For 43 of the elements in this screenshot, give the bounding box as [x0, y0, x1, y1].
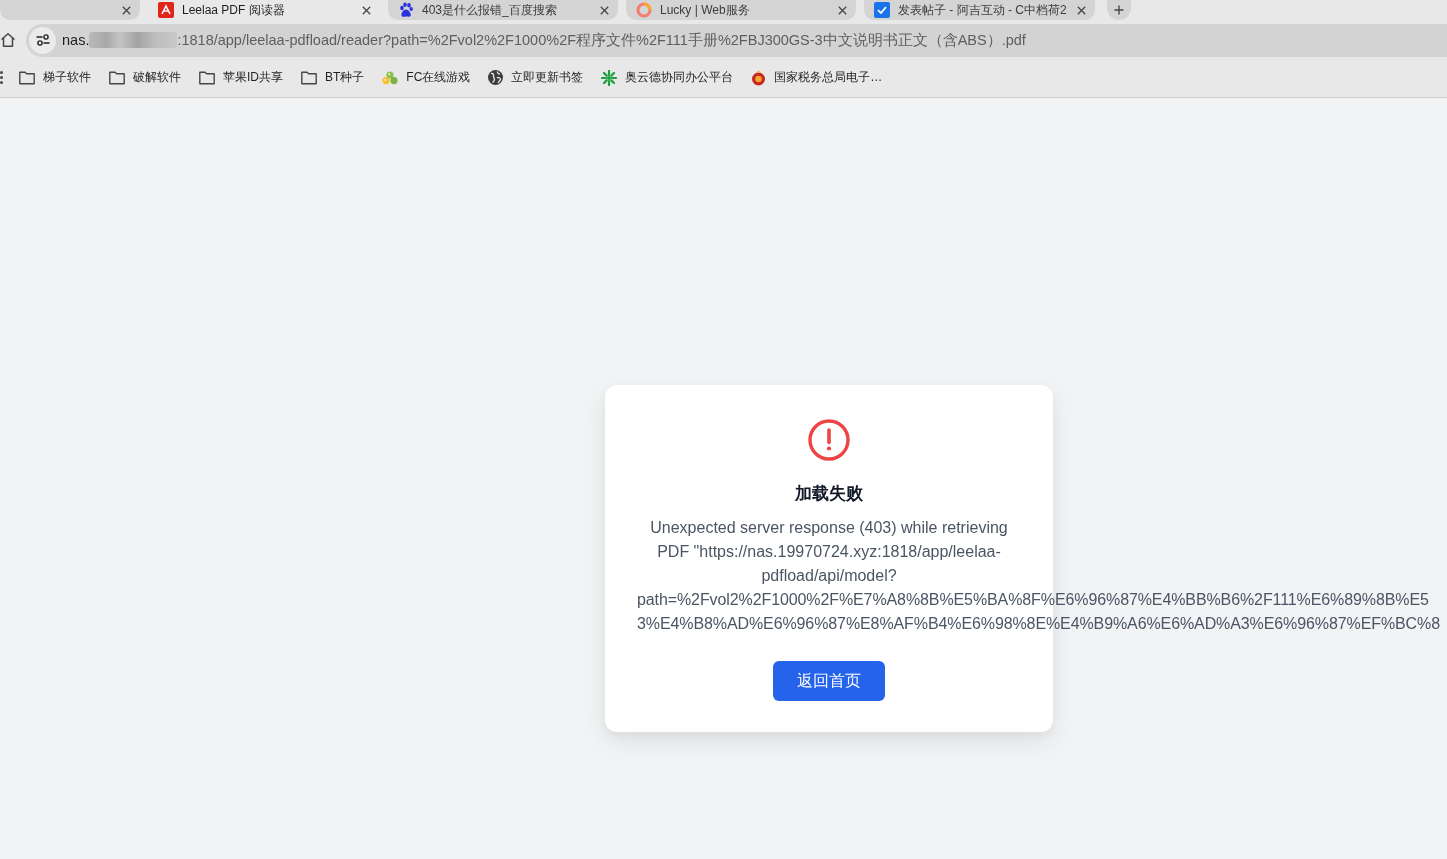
- bookmark-item[interactable]: 奥云德协同办公平台: [601, 69, 734, 86]
- exclamation-circle-icon: [808, 419, 850, 461]
- bookmark-item[interactable]: 破解软件: [109, 69, 181, 86]
- tune-icon: [35, 34, 50, 46]
- bookmark-item[interactable]: 国家税务总局电子…: [751, 69, 883, 86]
- folder-icon: [199, 70, 215, 85]
- close-icon[interactable]: [122, 5, 131, 15]
- browser-tab[interactable]: 发表帖子 - 阿吉互动 - C中档荷2: [864, 0, 1095, 20]
- emblem-icon: [751, 69, 767, 86]
- dots-icon[interactable]: [0, 71, 3, 84]
- bookmark-item[interactable]: 苹果ID共享: [199, 69, 283, 86]
- error-message: Unexpected server response (403) while retrieving PDF "https://nas.19970724.xyz:1818/app/leelaa-pdfload/api/model?: [649, 518, 1009, 586]
- error-message-line: path=%2Fvol2%2F1000%2F%E7%A8%8B%E5%BA%8F%E6%96%87%E4%BB%B6%2F111%E6%89%8B%E5: [637, 590, 1429, 610]
- paw-icon: [398, 2, 414, 18]
- url-path-text: :1818/app/leelaa-pdfload/reader?path=%2Fvol2%2F1000%2F程序文件%2F111手册%2FBJ300GS-3中文说明书正文（含ABS）.pdf: [177, 30, 1026, 50]
- close-icon[interactable]: [362, 5, 371, 15]
- folder-icon: [301, 70, 317, 85]
- square-logo-icon: [158, 2, 174, 18]
- error-title: 加载失败: [795, 483, 863, 505]
- bookmark-item[interactable]: BT种子: [301, 69, 365, 86]
- bookmark-item[interactable]: FC在线游戏: [382, 69, 471, 86]
- ring-logo-icon: [636, 2, 652, 18]
- browser-tab[interactable]: Lucky | Web服务: [626, 0, 856, 20]
- bookmark-item[interactable]: 立即更新书签: [488, 69, 584, 86]
- error-message-line: 3%E4%B8%AD%E6%96%87%E8%AF%B4%E6%98%8E%E4%B9%A6%E6%AD%A3%E6%96%87%EF%BC%8: [637, 614, 1440, 634]
- globe-icon: [488, 70, 504, 85]
- home-icon[interactable]: [0, 32, 16, 48]
- mushroom-blobs-icon: [382, 70, 399, 85]
- back-home-button[interactable]: 返回首页: [773, 661, 885, 701]
- address-bar[interactable]: nas. :1818/app/leelaa-pdfload/reader?path=%2Fvol2%2F1000%2F程序文件%2F111手册%2FBJ300GS-3中文说明书正文（含ABS）.pdf: [26, 23, 1447, 57]
- browser-tab[interactable]: 403是什么报错_百度搜索: [388, 0, 618, 20]
- url-host-text: nas.: [62, 32, 90, 48]
- close-icon[interactable]: [1077, 5, 1086, 15]
- starburst-icon: [601, 69, 618, 86]
- plus-icon: [1114, 5, 1124, 15]
- new-tab-button[interactable]: [1107, 0, 1131, 20]
- bookmark-item[interactable]: 梯子软件: [19, 69, 91, 86]
- close-icon[interactable]: [838, 5, 847, 15]
- folder-icon: [19, 70, 35, 85]
- site-info-button[interactable]: [29, 26, 56, 54]
- check-square-icon: [874, 2, 890, 18]
- folder-icon: [109, 70, 125, 85]
- close-icon[interactable]: [600, 5, 609, 15]
